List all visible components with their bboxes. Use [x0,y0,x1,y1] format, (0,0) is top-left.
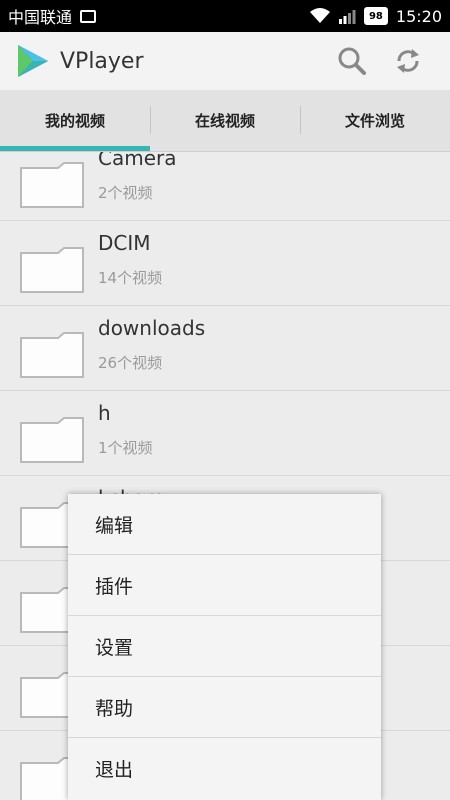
signal-icon [338,10,356,24]
clock: 15:20 [395,6,442,26]
menu-item-exit[interactable]: 退出 [68,738,381,799]
status-bar: 中国联通 98 15:20 [0,0,450,32]
carrier-label: 中国联通 [8,8,73,27]
menu-item-label: 编辑 [95,514,134,537]
folder-row[interactable]: DCIM 14个视频 [0,221,450,306]
tab-my-videos[interactable]: 我的视频 [0,90,150,151]
folder-icon [20,332,84,378]
wifi-icon [309,8,330,23]
tab-online-videos[interactable]: 在线视频 [150,90,300,151]
folder-row[interactable]: h 1个视频 [0,391,450,476]
folder-video-count: 14个视频 [98,269,163,287]
folder-name: Camera [98,152,177,170]
folder-icon [20,247,84,293]
menu-item-label: 插件 [95,575,134,598]
app-title: VPlayer [60,48,144,74]
folder-video-count: 1个视频 [98,439,153,457]
status-right: 98 15:20 [309,6,442,26]
battery-icon: 98 [363,7,388,25]
menu-item-label: 设置 [95,636,134,659]
folder-video-count: 2个视频 [98,184,153,202]
folder-row[interactable]: downloads 26个视频 [0,306,450,391]
app-logo [18,45,48,77]
app-bar: VPlayer [0,32,450,90]
search-button[interactable] [324,37,380,85]
folder-video-count: 26个视频 [98,354,163,372]
folder-icon [20,162,84,208]
menu-item-plugins[interactable]: 插件 [68,555,381,616]
overflow-menu: 编辑 插件 设置 帮助 退出 [68,494,381,800]
menu-item-edit[interactable]: 编辑 [68,494,381,555]
menu-item-label: 退出 [95,759,134,781]
tab-label: 我的视频 [44,112,105,130]
folder-row[interactable]: Camera 2个视频 [0,152,450,221]
tab-label: 在线视频 [194,112,255,130]
refresh-button[interactable] [380,37,436,85]
status-left: 中国联通 [8,4,97,28]
folder-icon [20,417,84,463]
menu-item-settings[interactable]: 设置 [68,616,381,677]
menu-item-help[interactable]: 帮助 [68,677,381,738]
folder-name: h [98,401,111,425]
refresh-icon [397,49,419,73]
folder-name: downloads [98,316,206,340]
tab-bar: 我的视频 在线视频 文件浏览 [0,90,450,152]
folder-name: DCIM [98,231,151,255]
screenshot-notification-icon [80,9,97,23]
tab-label: 文件浏览 [344,112,405,130]
menu-item-label: 帮助 [95,697,134,720]
search-icon [338,47,366,75]
tab-file-browse[interactable]: 文件浏览 [300,90,450,151]
